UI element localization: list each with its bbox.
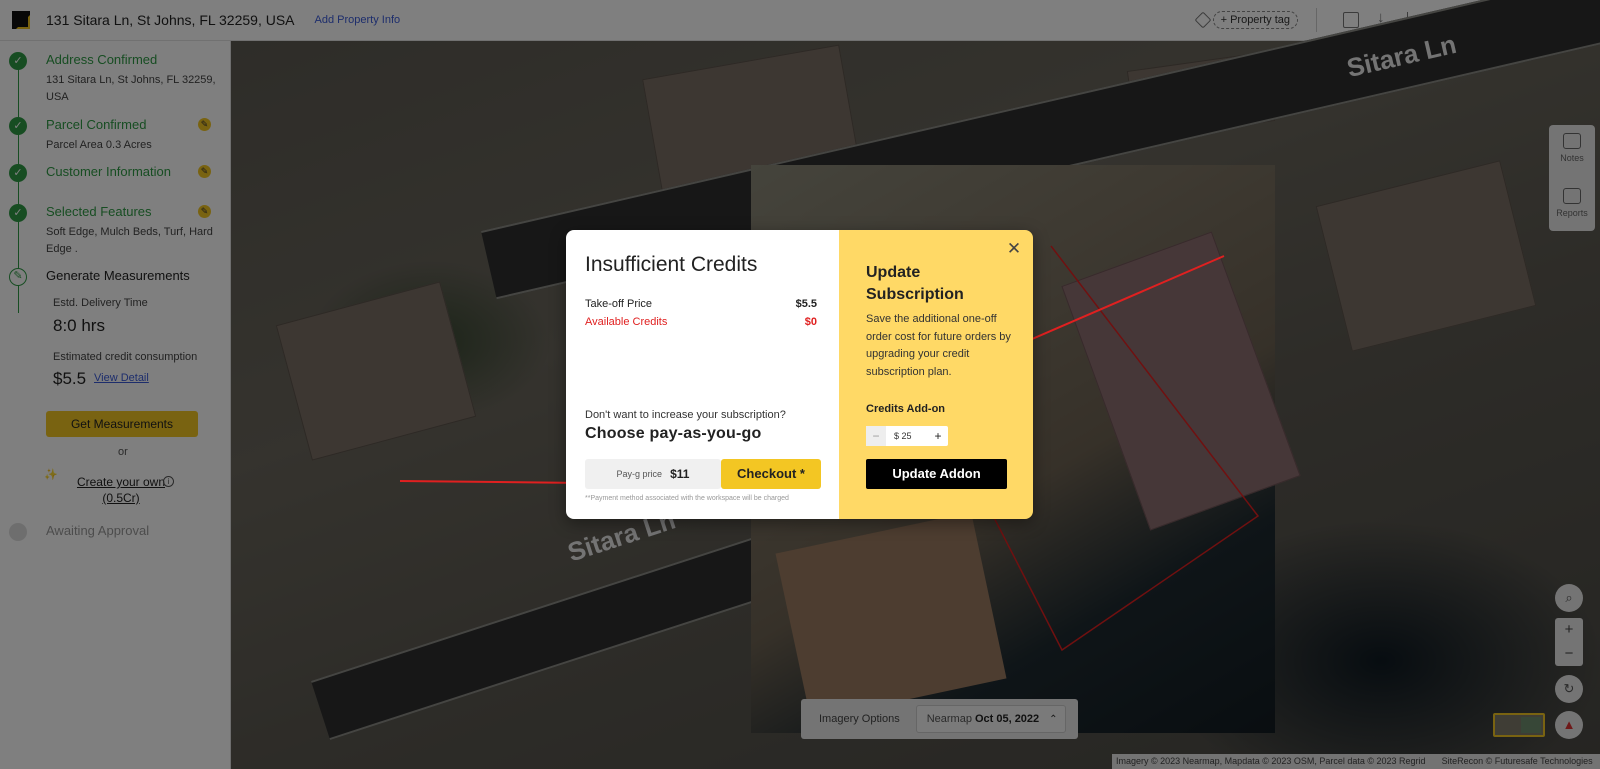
payg-price-label: Pay-g price — [616, 469, 663, 479]
payg-heading: Choose pay-as-you-go — [585, 425, 762, 442]
payg-panel: Insufficient Credits Take-off Price $5.5… — [566, 230, 839, 519]
increment-button[interactable]: + — [928, 426, 948, 446]
update-addon-button[interactable]: Update Addon — [866, 459, 1007, 489]
payment-note: **Payment method associated with the wor… — [585, 495, 789, 502]
credits-addon-stepper: − $ 25 + — [866, 426, 948, 446]
credits-addon-value[interactable]: $ 25 — [886, 431, 928, 441]
takeoff-price-value: $5.5 — [795, 298, 817, 310]
update-subscription-panel: ✕ Update Subscription Save the additiona… — [839, 230, 1033, 519]
close-icon[interactable]: ✕ — [1005, 240, 1023, 258]
subscription-question: Don't want to increase your subscription… — [585, 409, 786, 421]
modal-title: Insufficient Credits — [585, 253, 758, 276]
update-subscription-title: Update Subscription — [866, 264, 964, 303]
payg-price-box: Pay-g price $11 — [585, 459, 721, 489]
insufficient-credits-modal: Insufficient Credits Take-off Price $5.5… — [566, 230, 1033, 519]
takeoff-price-label: Take-off Price — [585, 298, 653, 310]
available-credits-label: Available Credits — [585, 316, 668, 328]
credits-addon-label: Credits Add-on — [866, 403, 946, 415]
takeoff-price-row: Take-off Price $5.5 — [585, 298, 817, 310]
payg-price-value: $11 — [670, 467, 690, 481]
available-credits-row: Available Credits $0 — [585, 316, 817, 328]
checkout-button[interactable]: Checkout * — [721, 459, 821, 489]
update-subscription-description: Save the additional one-off order cost f… — [866, 313, 1011, 378]
decrement-button[interactable]: − — [866, 426, 886, 446]
available-credits-value: $0 — [804, 316, 817, 328]
